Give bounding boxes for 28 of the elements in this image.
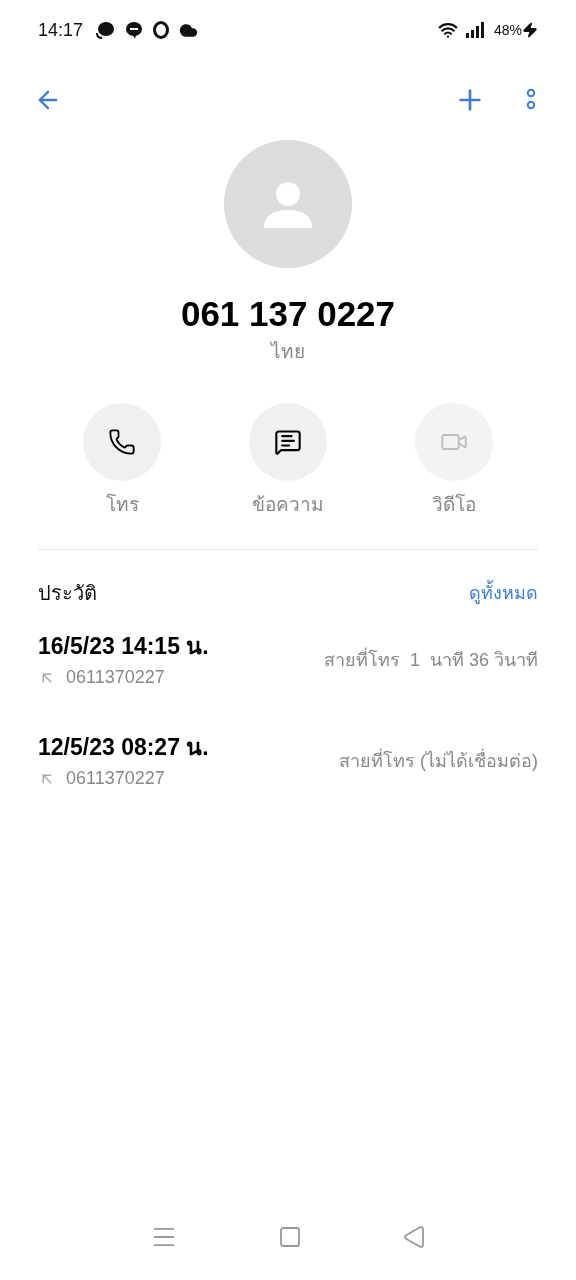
signal-icon — [465, 22, 486, 38]
call-number: 0611370227 — [66, 666, 165, 689]
speech-bubble-icon — [125, 21, 144, 39]
action-label: ข้อความ — [252, 492, 324, 517]
phone-icon — [108, 427, 136, 456]
call-datetime: 16/5/23 14:15 น. — [38, 632, 209, 661]
call-status: สายที่โทร 1 นาที 36 วินาที — [323, 647, 538, 674]
phone-number: 061 137 0227 — [180, 293, 396, 335]
ring-icon — [153, 21, 170, 39]
call-datetime: 12/5/23 08:27 น. — [38, 733, 209, 762]
call-number: 0611370227 — [66, 767, 165, 790]
action-label: วิดีโอ — [432, 492, 476, 517]
more-options-button[interactable] — [526, 88, 536, 112]
see-all-link[interactable]: ดูทั้งหมด — [469, 579, 538, 607]
battery-level: 48% — [493, 20, 522, 40]
action-label: โทร — [105, 492, 139, 517]
wifi-icon — [437, 20, 458, 40]
message-icon — [274, 427, 302, 456]
call-status: สายที่โทร (ไม่ได้เชื่อมต่อ) — [339, 748, 538, 775]
history-title: ประวัติ — [38, 581, 97, 606]
charging-icon — [522, 20, 538, 40]
clock-time: 14:17 — [38, 18, 84, 42]
home-button[interactable] — [278, 1225, 302, 1249]
back-nav-button[interactable] — [402, 1225, 426, 1249]
call-log-entry[interactable]: 12/5/23 08:27 น. 0611370227 สายที่โทร (ไม่ได้เชื่อมต่อ) — [38, 731, 538, 792]
call-log-entry[interactable]: 16/5/23 14:15 น. 0611370227 สายที่โทร 1 นาที 36 วินาที — [38, 630, 538, 691]
chat-bubble-icon — [95, 21, 116, 39]
location-label: ไทย — [271, 340, 305, 364]
